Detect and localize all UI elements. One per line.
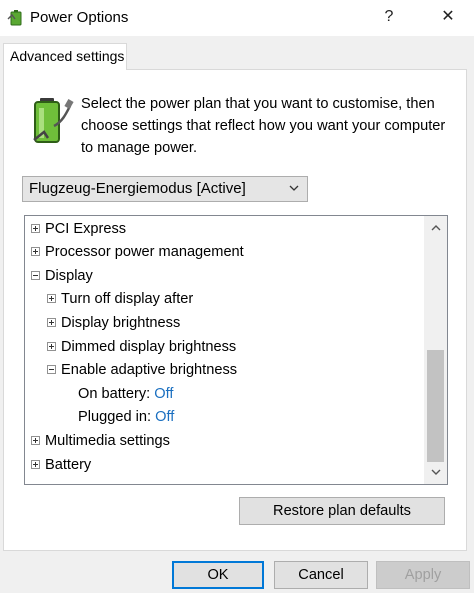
settings-tree: PCI Express Processor power management D… [24, 215, 448, 485]
ok-button[interactable]: OK [172, 561, 264, 589]
tree-item-label: Dimmed display brightness [61, 339, 237, 355]
tree-item-label: Enable adaptive brightness [61, 362, 238, 378]
tree-item-multimedia[interactable]: Multimedia settings [31, 430, 170, 452]
battery-plan-icon [33, 98, 74, 143]
plugged-in-value-link[interactable]: Off [155, 409, 174, 425]
scroll-up-icon[interactable] [424, 220, 447, 236]
on-battery-value-link[interactable]: Off [154, 386, 173, 402]
tree-item-pci-express[interactable]: PCI Express [31, 218, 126, 240]
expand-plus-icon[interactable] [31, 460, 40, 469]
tree-item-on-battery[interactable]: On battery: Off [78, 383, 173, 405]
tree-item-turn-off-display[interactable]: Turn off display after [47, 288, 193, 310]
window-title: Power Options [30, 9, 129, 26]
tree-item-label: Multimedia settings [45, 433, 170, 449]
tree-item-plugged-in[interactable]: Plugged in: Off [78, 406, 174, 428]
chevron-down-icon [288, 177, 300, 209]
tree-item-dimmed-brightness[interactable]: Dimmed display brightness [47, 336, 236, 358]
setting-label: On battery: [78, 386, 151, 402]
title-bar: Power Options ? ✕ [0, 0, 474, 36]
tree-item-label: Display [45, 268, 93, 284]
expand-plus-icon[interactable] [47, 342, 56, 351]
tree-item-display[interactable]: Display [31, 265, 93, 287]
cancel-button[interactable]: Cancel [274, 561, 368, 589]
tree-item-processor-power[interactable]: Processor power management [31, 241, 244, 263]
expand-plus-icon[interactable] [31, 224, 40, 233]
expand-plus-icon[interactable] [47, 294, 56, 303]
tree-item-adaptive-brightness[interactable]: Enable adaptive brightness [47, 359, 237, 381]
setting-label: Plugged in: [78, 409, 152, 425]
scroll-thumb[interactable] [427, 350, 444, 462]
tab-advanced-settings[interactable]: Advanced settings [3, 43, 127, 70]
tree-item-label: Turn off display after [61, 291, 194, 307]
tree-scrollbar[interactable] [424, 216, 447, 484]
collapse-minus-icon[interactable] [47, 365, 56, 374]
apply-button[interactable]: Apply [376, 561, 470, 589]
expand-plus-icon[interactable] [31, 247, 40, 256]
tree-item-display-brightness[interactable]: Display brightness [47, 312, 180, 334]
tree-item-label: PCI Express [45, 221, 127, 237]
tree-item-label: Processor power management [45, 244, 244, 260]
power-options-icon [7, 10, 22, 26]
collapse-minus-icon[interactable] [31, 271, 40, 280]
tree-item-label: Battery [45, 457, 92, 473]
description-text: Select the power plan that you want to c… [81, 96, 446, 156]
tree-item-battery[interactable]: Battery [31, 454, 91, 476]
scroll-down-icon[interactable] [424, 464, 447, 480]
power-plan-dropdown[interactable]: Flugzeug-Energiemodus [Active] [22, 176, 308, 202]
restore-plan-defaults-button[interactable]: Restore plan defaults [239, 497, 445, 525]
power-plan-selected: Flugzeug-Energiemodus [Active] [29, 180, 246, 197]
tree-item-label: Display brightness [61, 315, 181, 331]
help-button[interactable]: ? [372, 4, 406, 30]
close-button[interactable]: ✕ [430, 4, 466, 30]
expand-plus-icon[interactable] [47, 318, 56, 327]
expand-plus-icon[interactable] [31, 436, 40, 445]
